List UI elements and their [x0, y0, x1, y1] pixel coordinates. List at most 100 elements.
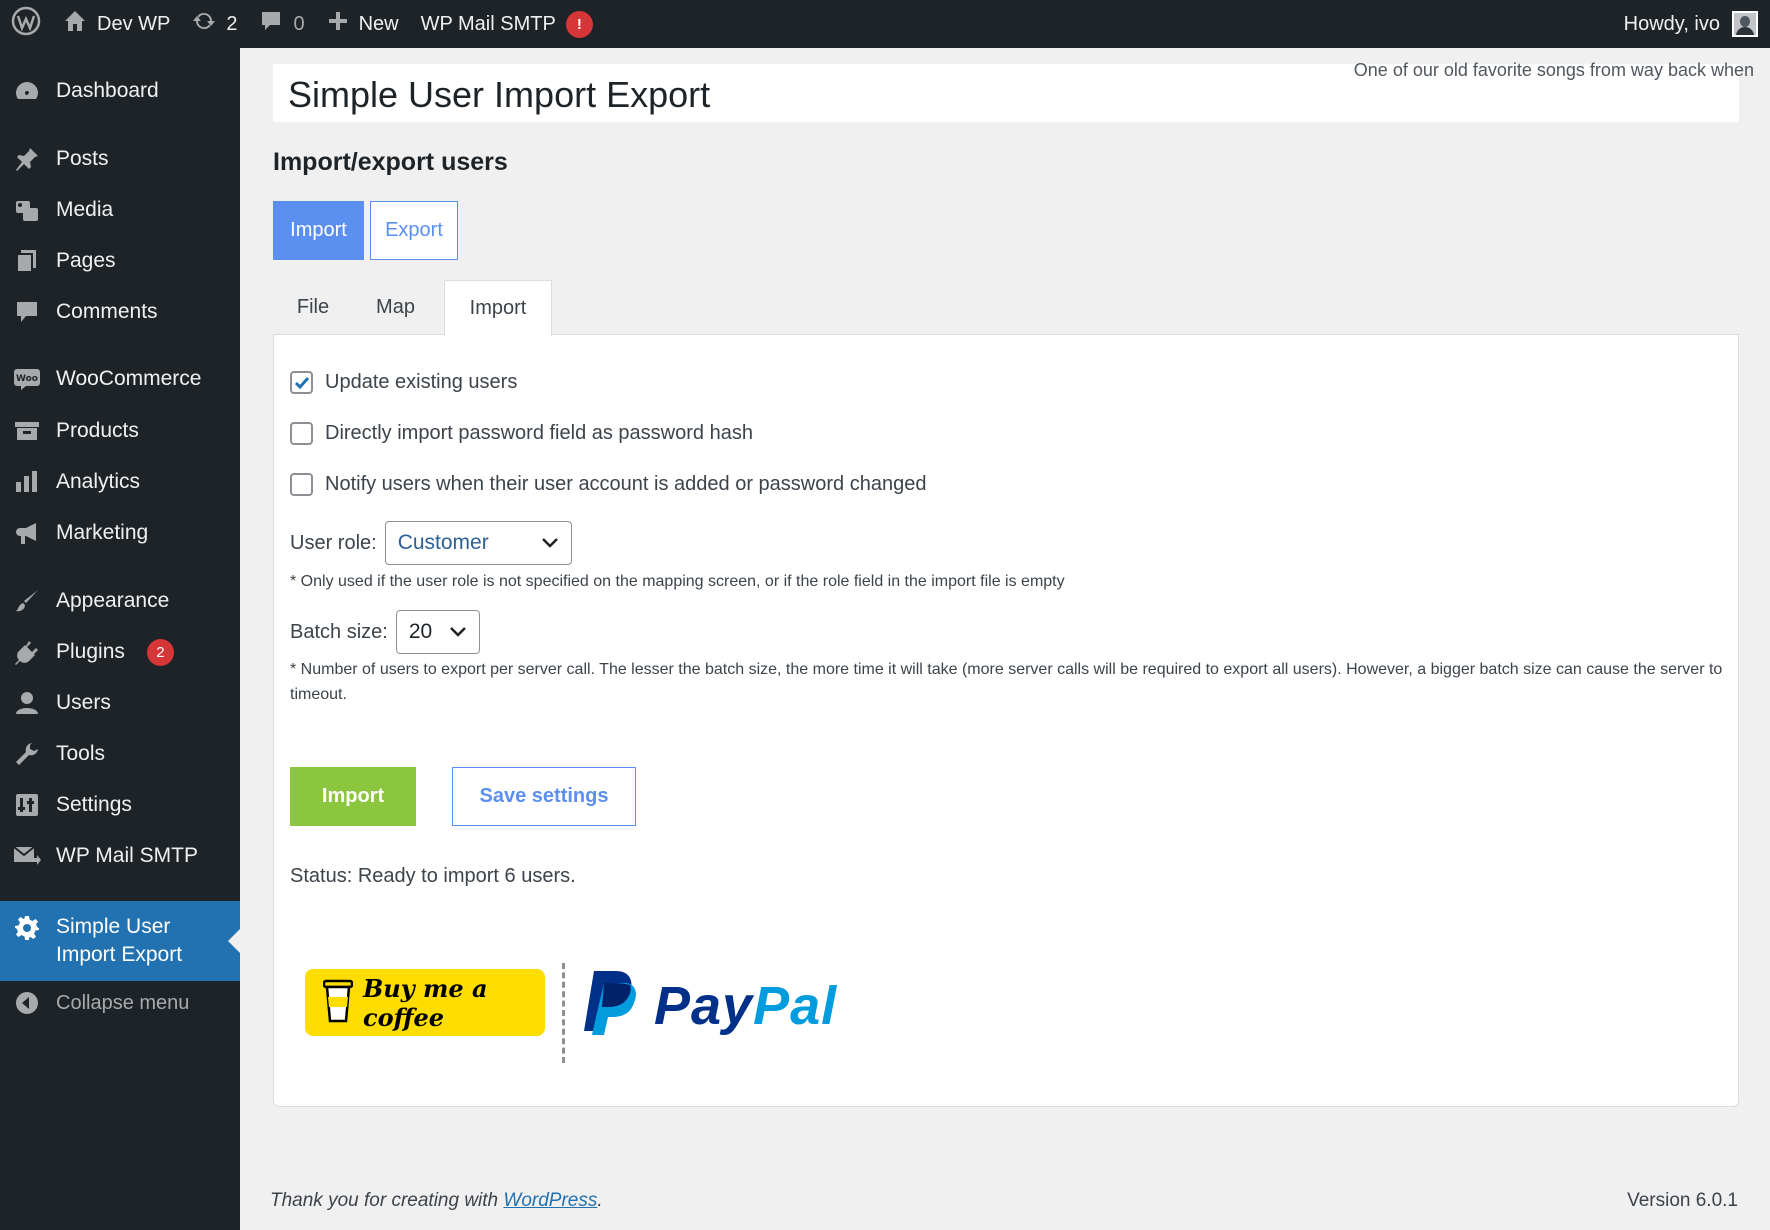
save-settings-button[interactable]: Save settings: [452, 767, 636, 826]
password-hash-checkbox[interactable]: [290, 422, 313, 445]
paypal-pay: Pay: [654, 975, 754, 1036]
export-mode-button[interactable]: Export: [370, 201, 458, 260]
sidebar-item-dashboard[interactable]: Dashboard: [0, 69, 240, 113]
checkmark-icon: [294, 376, 309, 389]
megaphone-icon: [12, 518, 42, 548]
footer-version: Version 6.0.1: [1627, 1190, 1738, 1211]
admin-sidebar: Dashboard Posts Media Pages Comments Woo…: [0, 48, 240, 1230]
update-existing-option: Update existing users: [290, 371, 517, 394]
updates-icon: [192, 9, 216, 39]
site-name: Dev WP: [97, 12, 171, 35]
admin-bar: Dev WP 2 0 New WP Mail SMTP ! Howdy, ivo: [0, 0, 1770, 48]
batch-size-value: 20: [408, 620, 433, 643]
comment-icon: [12, 297, 42, 327]
chevron-down-icon: [541, 531, 559, 555]
footer-thanks-prefix: Thank you for creating with: [270, 1190, 504, 1211]
sidebar-item-media[interactable]: Media: [0, 188, 240, 232]
new-content-menu[interactable]: New: [316, 0, 410, 48]
dashboard-icon: [12, 76, 42, 106]
donate-divider: [562, 963, 565, 1063]
wp-mail-smtp-menu[interactable]: WP Mail SMTP !: [410, 0, 604, 48]
home-icon: [63, 9, 87, 39]
page-title: Simple User Import Export: [288, 74, 711, 115]
plugins-update-badge: 2: [146, 638, 174, 666]
sidebar-item-analytics[interactable]: Analytics: [0, 460, 240, 504]
comment-bubble-icon: [259, 9, 283, 39]
alert-badge: !: [565, 10, 593, 38]
sidebar-item-label: Tools: [56, 742, 106, 765]
buy-me-a-coffee-button[interactable]: Buy me a coffee: [305, 969, 545, 1036]
sidebar-item-users[interactable]: Users: [0, 681, 240, 725]
sidebar-item-label-line2: Import Export: [56, 943, 183, 966]
update-existing-checkbox[interactable]: [290, 371, 313, 394]
sidebar-item-label: WooCommerce: [56, 367, 202, 390]
password-hash-label: Directly import password field as passwo…: [325, 422, 753, 444]
notify-users-checkbox[interactable]: [290, 473, 313, 496]
plus-icon: [327, 10, 349, 38]
updates-menu[interactable]: 2: [181, 0, 248, 48]
sidebar-item-wp-mail-smtp[interactable]: WP Mail SMTP: [0, 834, 240, 878]
user-icon: [12, 688, 42, 718]
sidebar-item-comments[interactable]: Comments: [0, 290, 240, 334]
user-role-select[interactable]: Customer: [384, 521, 572, 565]
howdy-text: Howdy, ivo: [1623, 12, 1720, 35]
avatar: [1732, 11, 1758, 37]
hello-dolly-lyric: One of our old favorite songs from way b…: [1353, 60, 1754, 80]
tab-map[interactable]: Map: [353, 280, 438, 335]
settings-icon: [12, 790, 42, 820]
wrench-icon: [12, 739, 42, 769]
wordpress-link[interactable]: WordPress: [503, 1190, 597, 1211]
buy-me-a-coffee-label: Buy me a coffee: [363, 973, 488, 1032]
sidebar-item-label: Analytics: [56, 470, 141, 493]
tab-import[interactable]: Import: [444, 280, 552, 336]
sidebar-item-products[interactable]: Products: [0, 409, 240, 453]
tab-file[interactable]: File: [273, 280, 353, 335]
sidebar-item-label: Products: [56, 419, 139, 442]
sidebar-item-settings[interactable]: Settings: [0, 783, 240, 827]
sidebar-item-label: Marketing: [56, 521, 149, 544]
smtp-label: WP Mail SMTP: [420, 12, 556, 35]
batch-size-label: Batch size:: [290, 620, 388, 643]
sidebar-item-label: Pages: [56, 249, 116, 272]
sidebar-item-label: Media: [56, 198, 114, 221]
batch-size-field: Batch size: 20: [290, 610, 480, 654]
sidebar-item-posts[interactable]: Posts: [0, 137, 240, 181]
footer-thanks: Thank you for creating with WordPress.: [270, 1190, 603, 1212]
batch-size-select[interactable]: 20: [395, 610, 480, 654]
user-role-hint: * Only used if the user role is not spec…: [290, 573, 1065, 590]
sidebar-item-plugins[interactable]: Plugins 2: [0, 630, 240, 674]
sidebar-item-tools[interactable]: Tools: [0, 732, 240, 776]
comments-menu[interactable]: 0: [248, 0, 315, 48]
plug-icon: [12, 637, 42, 667]
batch-size-hint: * Number of users to export per server c…: [290, 661, 1723, 703]
pages-icon: [12, 246, 42, 276]
archive-icon: [12, 416, 42, 446]
wordpress-logo-icon: [11, 6, 41, 42]
wordpress-logo-menu[interactable]: [0, 0, 52, 48]
sidebar-item-label: WP Mail SMTP: [56, 844, 198, 867]
media-icon: [12, 195, 42, 225]
pin-icon: [12, 144, 42, 174]
sidebar-item-simple-user-import-export[interactable]: Simple User Import Export: [0, 901, 240, 981]
my-account-menu[interactable]: Howdy, ivo: [1624, 11, 1770, 37]
gear-icon: [12, 913, 42, 943]
footer-thanks-suffix: .: [597, 1190, 603, 1211]
sidebar-item-woocommerce[interactable]: Woo WooCommerce: [0, 357, 240, 401]
new-label: New: [358, 12, 399, 35]
paypal-button[interactable]: PayPal: [580, 969, 837, 1042]
site-name-menu[interactable]: Dev WP: [52, 0, 181, 48]
paypal-pal: Pal: [753, 975, 838, 1036]
bar-chart-icon: [12, 467, 42, 497]
svg-text:Woo: Woo: [16, 374, 38, 384]
paypal-wordmark: PayPal: [654, 975, 837, 1037]
user-role-field: User role: Customer: [290, 521, 572, 565]
woo-icon: Woo: [12, 364, 42, 394]
collapse-menu-button[interactable]: Collapse menu: [0, 981, 240, 1025]
notify-users-option: Notify users when their user account is …: [290, 473, 926, 496]
coffee-cup-icon: [322, 977, 354, 1028]
sidebar-item-appearance[interactable]: Appearance: [0, 579, 240, 623]
import-mode-button[interactable]: Import: [273, 201, 364, 260]
sidebar-item-marketing[interactable]: Marketing: [0, 511, 240, 555]
import-button[interactable]: Import: [290, 767, 416, 826]
sidebar-item-pages[interactable]: Pages: [0, 239, 240, 283]
